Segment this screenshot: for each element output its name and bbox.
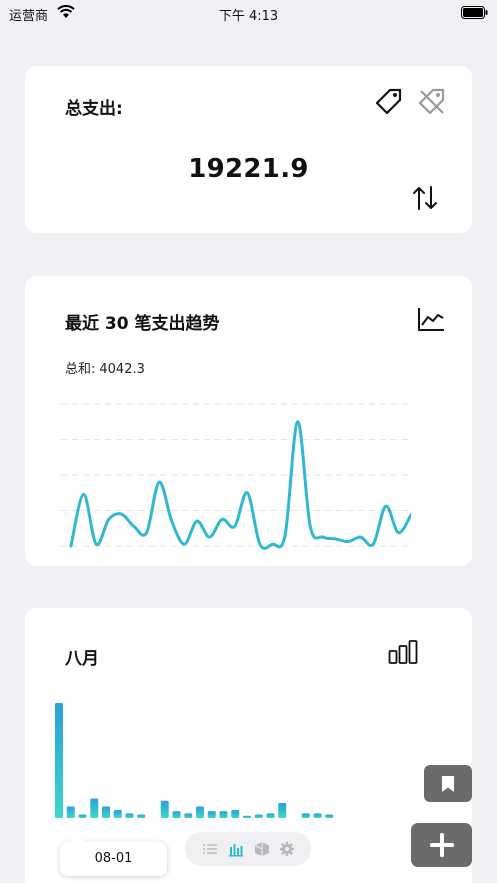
month-bar[interactable] (160, 800, 169, 818)
month-bar[interactable] (219, 811, 228, 818)
month-bar[interactable] (184, 813, 193, 818)
month-bar[interactable] (90, 798, 99, 818)
month-bar[interactable] (66, 806, 75, 819)
month-bar[interactable] (254, 814, 263, 818)
month-bar[interactable] (313, 813, 322, 818)
month-bar[interactable] (55, 703, 63, 818)
month-bar[interactable] (125, 813, 134, 818)
gear-icon[interactable] (279, 841, 295, 857)
plus-icon (429, 833, 454, 857)
month-bar[interactable] (231, 809, 240, 818)
month-bar[interactable] (207, 811, 216, 818)
total-expense-card: 总支出: 19221.9 (25, 66, 472, 233)
bookmark-icon (442, 775, 454, 792)
tag-off-icon[interactable] (417, 87, 447, 117)
status-bar: 运营商 下午 4:13 (0, 0, 497, 26)
stats-icon[interactable] (228, 841, 244, 857)
trend-sum: 总和: 4042.3 (65, 358, 145, 377)
total-expense-label: 总支出: (65, 99, 123, 119)
month-bar[interactable] (78, 814, 87, 818)
month-bar[interactable] (172, 811, 181, 818)
list-icon[interactable] (202, 841, 218, 857)
month-bar[interactable] (301, 813, 310, 818)
status-time: 下午 4:13 (218, 9, 279, 24)
trend-sum-value: 4042.3 (99, 362, 145, 377)
trend-card: 最近 30 笔支出趋势 总和: 4042.3 (25, 276, 472, 566)
battery-icon (461, 6, 488, 19)
month-bar[interactable] (113, 809, 122, 818)
month-bar[interactable] (196, 806, 204, 819)
bar-tooltip: 08-01 (60, 835, 167, 876)
month-bar[interactable] (325, 814, 334, 818)
add-expense-button[interactable] (411, 823, 472, 867)
month-bar[interactable] (278, 803, 287, 818)
month-bar-chart (55, 703, 334, 819)
tooltip-arrow (72, 835, 86, 842)
tooltip-date: 08-01 (94, 851, 133, 866)
month-bar[interactable] (137, 814, 146, 818)
month-bar[interactable] (102, 806, 110, 819)
trend-series-line (69, 420, 411, 550)
bar-chart-icon[interactable] (388, 640, 418, 664)
tab-switcher (185, 832, 311, 866)
bookmark-button[interactable] (424, 765, 472, 802)
sort-icon[interactable] (411, 185, 439, 211)
trend-line-chart (61, 403, 411, 550)
month-title: 八月 (65, 649, 99, 669)
trend-sum-label: 总和: (65, 362, 96, 377)
tag-icon[interactable] (374, 87, 404, 117)
total-expense-value: 19221.9 (188, 154, 309, 184)
app-screen: 运营商 下午 4:13 总支出: 19221.9 最近 30 笔支出趋势 总和:… (0, 0, 497, 883)
box-icon[interactable] (254, 841, 270, 857)
month-bar[interactable] (266, 813, 275, 818)
month-bars (55, 703, 334, 819)
trend-title: 最近 30 笔支出趋势 (65, 314, 220, 334)
month-bar[interactable] (243, 815, 251, 818)
line-chart-icon[interactable] (417, 306, 445, 332)
